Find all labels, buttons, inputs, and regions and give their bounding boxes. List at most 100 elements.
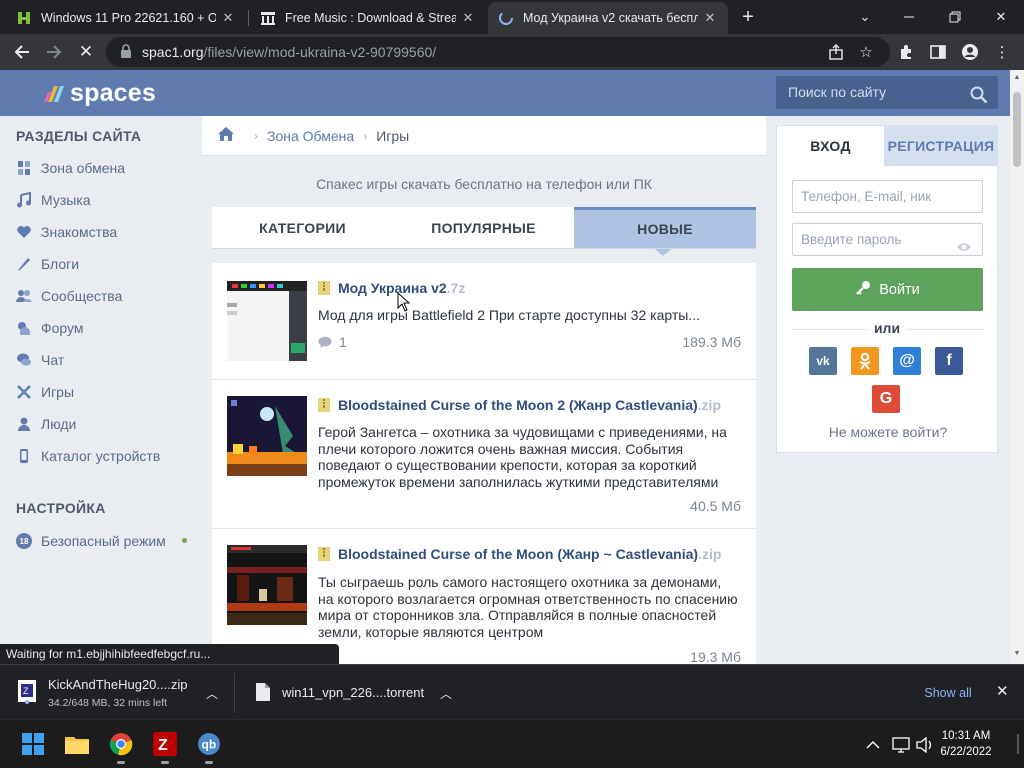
archive-file-icon: [318, 547, 330, 561]
restore-button[interactable]: [932, 0, 978, 34]
file-thumbnail[interactable]: [227, 396, 307, 476]
breadcrumb-separator-icon: ›: [363, 128, 368, 143]
sidebar-item-games[interactable]: Игры: [16, 381, 74, 403]
odnoklassniki-icon: [859, 352, 871, 370]
sidebar-item-people[interactable]: Люди: [16, 413, 76, 435]
password-placeholder: Введите пароль: [801, 232, 902, 247]
home-icon[interactable]: [217, 126, 235, 145]
vk-login-button[interactable]: vk: [809, 347, 837, 375]
login-panel: ВХОД РЕГИСТРАЦИЯ Телефон, E-mail, ник Вв…: [776, 125, 998, 453]
close-window-button[interactable]: ✕: [978, 0, 1024, 34]
minimize-button[interactable]: [886, 0, 932, 34]
download-options-chevron-icon[interactable]: ︿: [440, 685, 452, 702]
browser-menu-icon[interactable]: ⋮: [990, 40, 1014, 64]
sidebar-item-label: Чат: [41, 352, 65, 368]
login-field[interactable]: Телефон, E-mail, ник: [792, 180, 983, 213]
password-field[interactable]: Введите пароль: [792, 223, 983, 256]
qbittorrent-icon: qb: [198, 733, 220, 755]
sidebar-item-exchange[interactable]: Зона обмена: [16, 157, 125, 179]
cant-login-link[interactable]: Не можете войти?: [777, 424, 999, 440]
login-submit-button[interactable]: Войти: [792, 268, 983, 311]
profile-avatar-icon[interactable]: [958, 40, 982, 64]
start-button[interactable]: [16, 727, 50, 761]
file-thumbnail[interactable]: [227, 281, 307, 361]
tab-close-icon[interactable]: ✕: [702, 10, 718, 26]
extensions-icon[interactable]: [894, 40, 918, 64]
file-icon: [256, 683, 270, 701]
site-logo[interactable]: spaces: [44, 79, 156, 108]
file-row[interactable]: Bloodstained Curse of the Moon 2 (Жанр C…: [212, 380, 756, 529]
show-desktop-button[interactable]: [1017, 734, 1019, 754]
filezilla-taskbar-button[interactable]: Z: [148, 727, 182, 764]
sidebar-item-label: Сообщества: [41, 288, 123, 304]
sidebar-item-music[interactable]: Музыка: [16, 189, 91, 211]
facebook-login-button[interactable]: f: [935, 347, 963, 375]
back-button[interactable]: [10, 40, 34, 64]
file-description: Ты сыграешь роль самого настоящего охотн…: [318, 574, 738, 640]
sidebar-item-chat[interactable]: Чат: [16, 349, 64, 371]
file-name-link[interactable]: Bloodstained Curse of the Moon (Жанр ~ C…: [318, 546, 721, 562]
tab-register[interactable]: РЕГИСТРАЦИЯ: [884, 126, 998, 166]
download-filename: KickAndTheHug20....zip: [48, 677, 188, 692]
show-password-eye-icon[interactable]: [956, 233, 972, 264]
ok-login-button[interactable]: [851, 347, 879, 375]
file-explorer-button[interactable]: [60, 727, 94, 761]
archive-file-icon: [318, 398, 330, 412]
sidebar-item-safe-mode[interactable]: 18 Безопасный режим: [16, 530, 191, 552]
network-icon[interactable]: [892, 720, 910, 768]
bookmark-star-icon[interactable]: ☆: [854, 40, 878, 64]
tab-new[interactable]: НОВЫЕ: [574, 207, 756, 248]
sidebar-item-forum[interactable]: Форум: [16, 317, 84, 339]
tab-search-chevron-icon[interactable]: ⌄: [842, 0, 888, 34]
taskbar-clock[interactable]: 10:31 AM 6/22/2022: [934, 728, 998, 760]
tab-popular[interactable]: ПОПУЛЯРНЫЕ: [393, 207, 574, 248]
side-panel-icon[interactable]: [926, 40, 950, 64]
volume-icon[interactable]: [916, 720, 934, 768]
scroll-up-arrow-icon[interactable]: ▲: [1013, 74, 1021, 81]
sidebar-item-label: Блоги: [41, 256, 80, 272]
sidebar-item-dating[interactable]: Знакомства: [16, 221, 117, 243]
tab-categories[interactable]: КАТЕГОРИИ: [212, 207, 393, 248]
browser-tab-1[interactable]: Windows 11 Pro 22621.160 + Op ✕: [6, 2, 246, 34]
forward-button[interactable]: [42, 40, 66, 64]
close-download-bar-icon[interactable]: ✕: [996, 682, 1009, 700]
file-row[interactable]: Мод Украина v2.7z Мод для игры Battlefie…: [212, 263, 756, 380]
file-name-link[interactable]: Bloodstained Curse of the Moon 2 (Жанр C…: [318, 397, 721, 413]
sidebar-item-devices[interactable]: Каталог устройств: [16, 445, 160, 467]
url-host: spac1.org: [142, 44, 204, 60]
chrome-taskbar-button[interactable]: [104, 727, 138, 764]
stop-loading-button[interactable]: ✕: [74, 40, 98, 64]
show-all-downloads-button[interactable]: Show all: [914, 682, 982, 704]
file-thumbnail[interactable]: [227, 545, 307, 625]
sidebar-item-communities[interactable]: Сообщества: [16, 285, 122, 307]
sidebar-item-label: Зона обмена: [41, 160, 126, 176]
file-comments[interactable]: 1: [318, 334, 347, 350]
spaces-logo-icon: [44, 85, 64, 102]
browser-tab-2[interactable]: Free Music : Download & Stream ✕: [250, 2, 486, 34]
scrollbar-thumb[interactable]: [1013, 92, 1021, 167]
file-name-link[interactable]: Мод Украина v2.7z: [318, 280, 465, 296]
download-item-2[interactable]: win11_vpn_226....torrent ︿: [236, 665, 468, 720]
qbittorrent-taskbar-button[interactable]: qb: [192, 727, 226, 764]
browser-tab-3[interactable]: Мод Украина v2 скачать беспла ✕: [488, 2, 728, 34]
google-login-button[interactable]: G: [872, 385, 900, 413]
sidebar-item-label: Люди: [41, 416, 77, 432]
new-tab-button[interactable]: +: [736, 6, 760, 30]
windows-taskbar: Z qb 10:31 AM 6/22/2022: [0, 719, 1024, 768]
site-search-input[interactable]: Поиск по сайту: [776, 76, 998, 109]
download-options-chevron-icon[interactable]: ︿: [206, 685, 218, 702]
download-item-1[interactable]: Z KickAndTheHug20....zip 34.2/648 MB, 32…: [0, 665, 232, 720]
scroll-down-arrow-icon[interactable]: ▼: [1013, 650, 1021, 657]
tab-close-icon[interactable]: ✕: [220, 10, 236, 26]
sidebar-item-blogs[interactable]: Блоги: [16, 253, 79, 275]
share-icon[interactable]: [824, 40, 848, 64]
sidebar-item-label: Каталог устройств: [41, 448, 161, 464]
search-icon[interactable]: [970, 83, 988, 116]
address-bar[interactable]: spac1.org/files/view/mod-ukraina-v2-9079…: [106, 37, 890, 67]
tab-close-icon[interactable]: ✕: [460, 10, 476, 26]
breadcrumb-link-exchange[interactable]: Зона Обмена: [267, 128, 354, 144]
page-scrollbar[interactable]: ▲ ▼: [1010, 70, 1024, 664]
tray-overflow-chevron-icon[interactable]: [866, 720, 880, 768]
tab-login[interactable]: ВХОД: [777, 126, 884, 166]
mail-login-button[interactable]: @: [893, 347, 921, 375]
